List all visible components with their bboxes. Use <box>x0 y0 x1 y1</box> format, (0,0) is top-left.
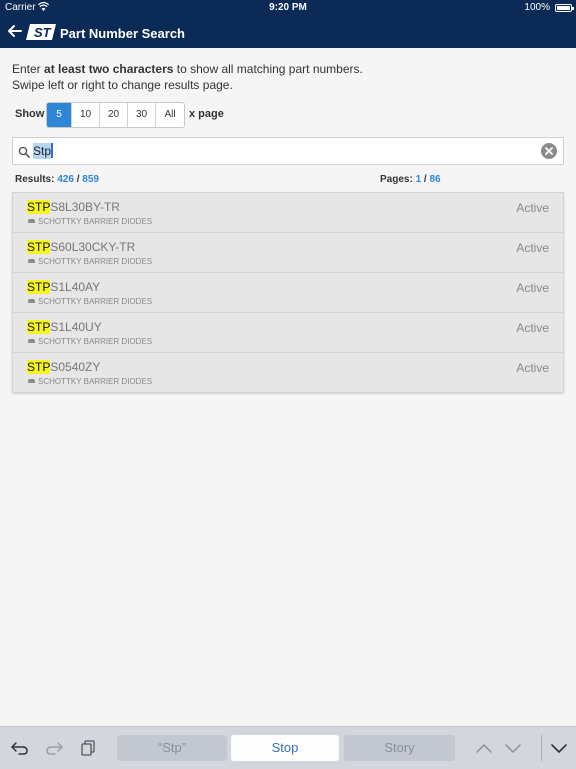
clear-search-icon[interactable] <box>541 143 557 159</box>
part-number: STPS0540ZY <box>27 360 101 374</box>
status-label: Active <box>516 241 549 255</box>
chevron-down-icon[interactable] <box>503 739 523 757</box>
search-match-highlight: STP <box>27 240 51 254</box>
status-label: Active <box>516 321 549 335</box>
search-match-highlight: STP <box>27 200 51 214</box>
search-match-highlight: STP <box>27 360 51 374</box>
search-match-highlight: STP <box>27 280 51 294</box>
car-icon <box>27 297 36 304</box>
battery-icon <box>555 4 574 12</box>
part-category: SCHOTTKY BARRIER DIODES <box>27 337 152 346</box>
page-size-option-10[interactable]: 10 <box>72 103 100 127</box>
back-arrow-icon[interactable] <box>6 22 24 40</box>
status-bar: Carrier 9:20 PM 100% <box>0 0 576 16</box>
svg-text:ST: ST <box>34 25 52 40</box>
per-page-label: x page <box>189 108 224 120</box>
results-count: Results: 426 / 859 <box>15 174 99 185</box>
battery-percent: 100% <box>524 2 550 13</box>
pages-indicator: Pages: 1 / 86 <box>380 174 441 185</box>
page-size-selector: 5 10 20 30 All <box>46 102 185 128</box>
undo-icon[interactable] <box>10 739 30 757</box>
toolbar-divider <box>541 735 542 761</box>
part-category: SCHOTTKY BARRIER DIODES <box>27 377 152 386</box>
page-title: Part Number Search <box>60 26 185 41</box>
nav-bar: ST Part Number Search <box>0 16 576 48</box>
list-item[interactable]: STPS60L30CKY-TR SCHOTTKY BARRIER DIODES … <box>13 233 563 273</box>
status-label: Active <box>516 361 549 375</box>
page-size-option-30[interactable]: 30 <box>128 103 156 127</box>
suggestion-typed[interactable]: “Stp” <box>117 735 227 761</box>
search-icon <box>18 145 30 158</box>
search-bar[interactable]: Stp <box>12 137 564 165</box>
suggestion-primary[interactable]: Stop <box>231 735 339 761</box>
part-number: STPS1L40UY <box>27 320 102 334</box>
status-label: Active <box>516 281 549 295</box>
results-list: STPS8L30BY-TR SCHOTTKY BARRIER DIODES Ac… <box>12 192 564 393</box>
list-item[interactable]: STPS1L40UY SCHOTTKY BARRIER DIODES Activ… <box>13 313 563 353</box>
car-icon <box>27 377 36 384</box>
results-matched: 426 <box>57 174 74 185</box>
list-item[interactable]: STPS8L30BY-TR SCHOTTKY BARRIER DIODES Ac… <box>13 193 563 233</box>
intro-line-2: Swipe left or right to change results pa… <box>12 78 233 92</box>
show-label: Show <box>15 108 45 120</box>
part-number: STPS8L30BY-TR <box>27 200 120 214</box>
status-label: Active <box>516 201 549 215</box>
part-category: SCHOTTKY BARRIER DIODES <box>27 217 152 226</box>
list-item[interactable]: STPS0540ZY SCHOTTKY BARRIER DIODES Activ… <box>13 353 563 392</box>
intro-line-1: Enter at least two characters to show al… <box>12 62 363 76</box>
chevron-up-icon[interactable] <box>474 739 494 757</box>
paste-icon[interactable] <box>79 739 99 757</box>
part-number: STPS60L30CKY-TR <box>27 240 136 254</box>
total-pages: 86 <box>429 174 441 185</box>
page-size-option-all[interactable]: All <box>156 103 184 127</box>
part-category: SCHOTTKY BARRIER DIODES <box>27 297 152 306</box>
current-page: 1 <box>415 174 422 185</box>
redo-icon[interactable] <box>44 739 64 757</box>
page-size-option-5[interactable]: 5 <box>47 103 72 127</box>
part-number: STPS1L40AY <box>27 280 101 294</box>
dismiss-keyboard-icon[interactable] <box>549 739 569 757</box>
car-icon <box>27 257 36 264</box>
clock: 9:20 PM <box>269 2 307 13</box>
list-item[interactable]: STPS1L40AY SCHOTTKY BARRIER DIODES Activ… <box>13 273 563 313</box>
st-logo: ST <box>26 24 56 40</box>
intro-text: Enter at least two characters to show al… <box>12 61 363 93</box>
search-input[interactable]: Stp <box>33 143 54 159</box>
page-size-option-20[interactable]: 20 <box>100 103 128 127</box>
car-icon <box>27 337 36 344</box>
part-category: SCHOTTKY BARRIER DIODES <box>27 257 152 266</box>
keyboard-shortcut-bar: “Stp” Stop Story <box>0 726 576 769</box>
text-caret <box>51 143 54 158</box>
results-total: 859 <box>82 174 99 185</box>
car-icon <box>27 217 36 224</box>
suggestion-alt[interactable]: Story <box>344 735 455 761</box>
search-match-highlight: STP <box>27 320 51 334</box>
